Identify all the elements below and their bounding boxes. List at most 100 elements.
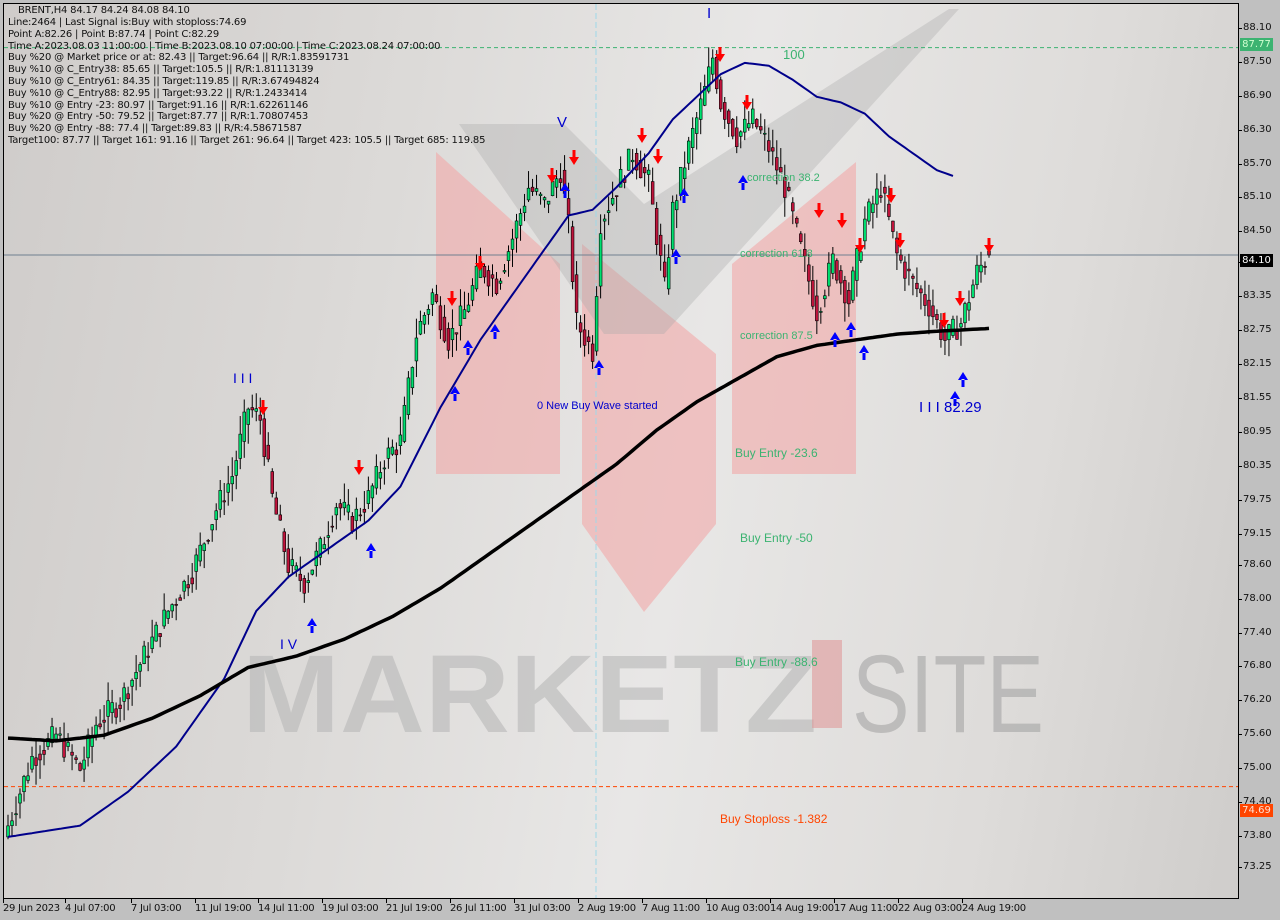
- candle-bull: [10, 820, 14, 826]
- candle-bull: [626, 148, 631, 171]
- x-tick-mark: [195, 899, 196, 903]
- candle-bear: [442, 316, 447, 342]
- candle-bear: [174, 604, 178, 606]
- candle-bull: [763, 132, 767, 135]
- candle-bear: [715, 56, 719, 90]
- candle-bear: [735, 127, 739, 147]
- candle-bull: [859, 251, 863, 261]
- candle-bear: [791, 202, 795, 212]
- x-tick-mark: [706, 899, 707, 903]
- candle-bull: [374, 466, 379, 489]
- candle-bear: [454, 332, 459, 335]
- candle-bull: [670, 201, 675, 250]
- candle-bull: [366, 490, 371, 504]
- y-tick-label: 83.35: [1243, 290, 1272, 302]
- y-tick-label: 79.75: [1243, 493, 1272, 505]
- candle-bull: [14, 813, 18, 816]
- y-tick-label: 88.10: [1243, 22, 1272, 33]
- candle-bear: [915, 282, 919, 290]
- x-tick-label: 11 Jul 19:00: [195, 903, 252, 914]
- candle-bear: [727, 110, 731, 124]
- candle-bear: [843, 280, 847, 304]
- candle-bull: [526, 187, 531, 201]
- candle-bull: [951, 318, 955, 336]
- candle-bear: [731, 119, 735, 137]
- candle-bull: [602, 218, 607, 222]
- x-tick-label: 31 Jul 03:00: [514, 903, 571, 914]
- candle-bull: [682, 167, 687, 180]
- candle-bull: [751, 108, 755, 124]
- candle-bear: [919, 288, 923, 294]
- stoploss-price-tag: 74.69: [1240, 804, 1273, 817]
- candle-bear: [102, 719, 106, 723]
- candle-bear: [755, 119, 759, 128]
- candle-bear: [835, 260, 839, 281]
- candle-bull: [402, 405, 407, 442]
- candle-bull: [182, 581, 186, 592]
- x-tick-label: 14 Aug 19:00: [770, 903, 834, 914]
- x-tick-label: 29 Jun 2023: [3, 903, 60, 914]
- y-tick-label: 82.75: [1243, 324, 1272, 336]
- signal-info-line: Target100: 87.77 || Target 161: 91.16 ||…: [8, 135, 486, 146]
- candle-bear: [74, 757, 78, 760]
- candle-bear: [266, 444, 270, 460]
- candle-bull: [546, 200, 551, 205]
- buy-entry-88-label: Buy Entry -88.6: [735, 655, 818, 669]
- candle-bear: [358, 514, 363, 517]
- candle-bull: [711, 57, 715, 75]
- candle-bear: [983, 265, 987, 268]
- candle-bull: [831, 253, 835, 274]
- candle-bear: [274, 497, 278, 515]
- y-tick-label: 87.50: [1243, 55, 1272, 67]
- candle-bull: [342, 501, 347, 509]
- candle-bull: [226, 483, 230, 493]
- y-tick-label: 75.00: [1243, 762, 1272, 774]
- candle-bull: [386, 447, 391, 459]
- x-tick-mark: [834, 899, 835, 903]
- y-tick-mark: [1239, 499, 1242, 501]
- candle-bear: [302, 578, 307, 594]
- candle-bull: [863, 218, 867, 242]
- candle-bear: [362, 508, 367, 513]
- symbol-ohlc-header: BRENT,H4 84.17 84.24 84.08 84.10: [18, 5, 190, 16]
- candle-bull: [218, 490, 222, 510]
- candle-bull: [18, 793, 22, 804]
- candle-bear: [787, 186, 791, 191]
- candle-bear: [795, 217, 799, 224]
- candle-bull: [674, 200, 679, 211]
- y-tick-mark: [1239, 700, 1242, 702]
- x-tick-label: 14 Jul 11:00: [258, 903, 315, 914]
- candle-bull: [162, 609, 166, 627]
- candle-bull: [418, 320, 423, 335]
- fib-correction-61: correction 61.8: [740, 248, 813, 260]
- y-tick-mark: [1239, 330, 1242, 332]
- plot-area[interactable]: MARKETZ SITE I I I I I V V I I I 82.29 1…: [3, 3, 1239, 899]
- candle-bull: [971, 284, 975, 298]
- candle-bear: [662, 261, 667, 278]
- buy-arrow-icon: [846, 322, 856, 337]
- candle-bear: [931, 305, 935, 318]
- x-tick-mark: [898, 899, 899, 903]
- candle-bear: [262, 418, 266, 457]
- candle-bear: [118, 704, 122, 709]
- candle-bear: [767, 140, 771, 152]
- wave-label-3: I I I: [233, 370, 253, 386]
- candle-bull: [246, 408, 250, 425]
- candle-bull: [606, 210, 611, 213]
- y-tick-label: 75.60: [1243, 728, 1272, 740]
- signal-info-line: Line:2464 | Last Signal is:Buy with stop…: [8, 17, 247, 28]
- candle-bull: [210, 524, 214, 531]
- y-tick-label: 73.25: [1243, 861, 1272, 872]
- candle-bull: [94, 724, 98, 736]
- signal-info-line: Buy %10 @ Entry -23: 80.97 || Target:91.…: [8, 99, 309, 111]
- candle-bull: [686, 140, 691, 164]
- candle-bear: [558, 178, 563, 183]
- y-tick-mark: [1239, 431, 1242, 433]
- candle-bull: [666, 257, 671, 290]
- candle-bear: [759, 126, 763, 131]
- x-tick-mark: [770, 899, 771, 903]
- candle-bear: [847, 290, 851, 305]
- wave-label-5: V: [557, 114, 568, 131]
- candle-bull: [554, 178, 559, 188]
- candle-bull: [398, 434, 403, 446]
